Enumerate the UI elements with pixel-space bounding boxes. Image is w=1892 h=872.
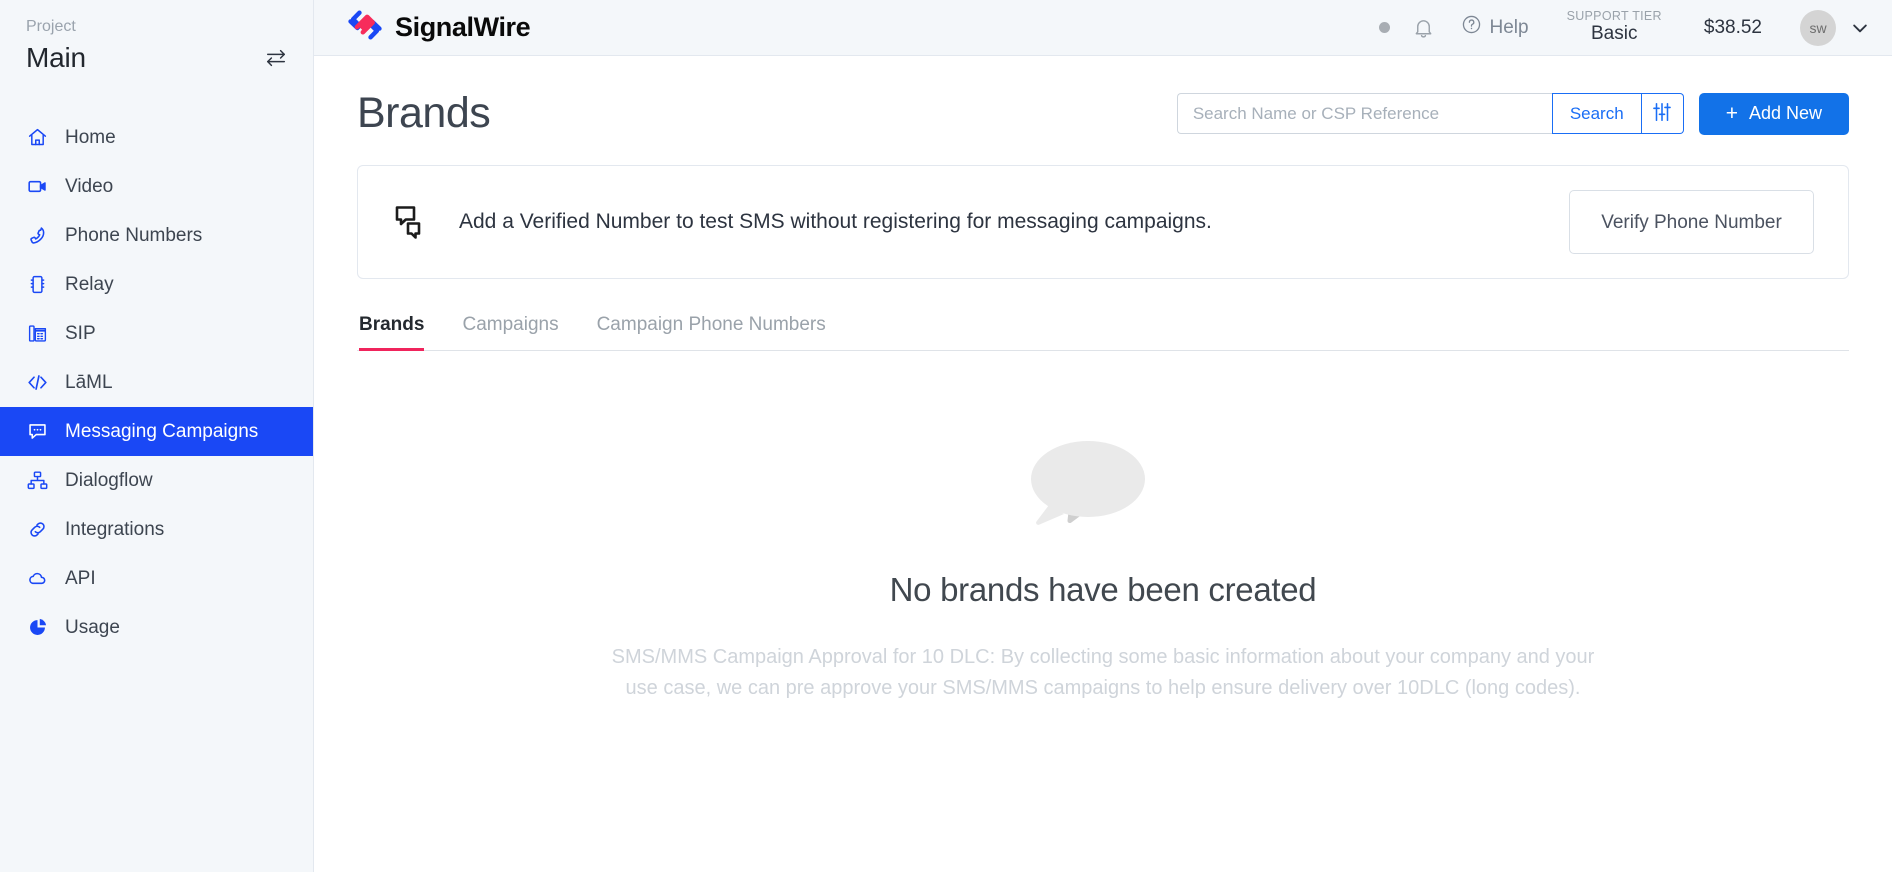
sidebar-item-label: Phone Numbers [65, 224, 203, 246]
sidebar-item-phone-numbers[interactable]: Phone Numbers [0, 211, 313, 260]
sliders-icon [1651, 101, 1673, 126]
verify-phone-number-button[interactable]: Verify Phone Number [1569, 190, 1814, 254]
sidebar-item-integrations[interactable]: Integrations [0, 505, 313, 554]
sidebar-item-label: Video [65, 175, 114, 197]
empty-state-description: SMS/MMS Campaign Approval for 10 DLC: By… [611, 646, 1595, 699]
brand-name: SignalWire [395, 12, 531, 42]
verified-number-banner: Add a Verified Number to test SMS withou… [357, 165, 1849, 279]
sidebar-item-label: SIP [65, 322, 96, 344]
search-input[interactable] [1176, 93, 1552, 134]
add-new-button[interactable]: + Add New [1698, 92, 1849, 135]
sidebar-item-relay[interactable]: Relay [0, 260, 313, 309]
desk-phone-icon [26, 323, 48, 345]
main-area: SignalWire Help SUPPORT TIER Basic $38.5… [314, 0, 1892, 872]
sidebar-item-dialogflow[interactable]: Dialogflow [0, 456, 313, 505]
add-new-label: Add New [1748, 103, 1822, 123]
empty-state: No brands have been created SMS/MMS Camp… [357, 423, 1849, 704]
signalwire-logo-icon [348, 8, 382, 47]
support-tier: SUPPORT TIER Basic [1566, 8, 1662, 46]
bell-icon[interactable] [1412, 16, 1435, 39]
search-button[interactable]: Search [1551, 93, 1642, 134]
video-camera-icon [26, 176, 48, 198]
project-switcher[interactable]: Project Main [0, 0, 313, 77]
swap-arrows-icon[interactable] [265, 47, 287, 69]
banner-text: Add a Verified Number to test SMS withou… [459, 210, 1212, 233]
project-name: Main [26, 42, 86, 73]
project-label: Project [26, 18, 76, 35]
sitemap-icon [26, 470, 48, 492]
status-dot [1378, 22, 1390, 33]
sidebar-item-label: Integrations [65, 518, 165, 540]
phone-icon [26, 225, 48, 247]
topbar-actions: Help SUPPORT TIER Basic $38.52 sw [1378, 8, 1871, 46]
sidebar-item-label: Dialogflow [65, 469, 153, 491]
support-tier-value: Basic [1590, 23, 1638, 45]
search-group: Search [1176, 93, 1684, 134]
top-header: SignalWire Help SUPPORT TIER Basic $38.5… [314, 0, 1892, 56]
avatar[interactable]: sw [1800, 9, 1836, 46]
sidebar: Project Main Home Video Phone Numbers Re… [0, 0, 314, 872]
sidebar-item-label: LāML [65, 371, 113, 393]
tab-bar: Brands Campaigns Campaign Phone Numbers [357, 313, 1849, 351]
page-content: Brands Search + Add New [314, 56, 1892, 872]
tab-campaign-phone-numbers[interactable]: Campaign Phone Numbers [597, 314, 826, 351]
filter-button[interactable] [1641, 93, 1684, 134]
sidebar-item-messaging-campaigns[interactable]: Messaging Campaigns [0, 407, 313, 456]
sidebar-item-sip[interactable]: SIP [0, 309, 313, 358]
speech-bubbles-illustration [1008, 423, 1198, 541]
page-header: Brands Search + Add New [357, 56, 1849, 135]
chevron-down-icon[interactable] [1850, 18, 1870, 38]
question-circle-icon [1461, 14, 1482, 41]
sidebar-item-label: API [65, 567, 96, 589]
app-root: Project Main Home Video Phone Numbers Re… [0, 0, 1892, 872]
chat-bubbles-icon [392, 202, 432, 242]
sidebar-item-api[interactable]: API [0, 554, 313, 603]
account-balance[interactable]: $38.52 [1704, 17, 1762, 39]
pie-chart-icon [26, 617, 48, 639]
sidebar-item-label: Messaging Campaigns [65, 420, 259, 442]
link-icon [26, 519, 48, 541]
chip-icon [26, 274, 48, 296]
sidebar-item-video[interactable]: Video [0, 162, 313, 211]
sidebar-item-label: Usage [65, 616, 120, 638]
brand-logo[interactable]: SignalWire [348, 8, 531, 47]
tab-brands[interactable]: Brands [359, 314, 425, 351]
chat-bubble-icon [26, 421, 48, 443]
empty-state-title: No brands have been created [889, 571, 1317, 608]
support-tier-label: SUPPORT TIER [1566, 8, 1662, 23]
code-brackets-icon [26, 372, 48, 394]
sidebar-item-home[interactable]: Home [0, 113, 313, 162]
sidebar-nav: Home Video Phone Numbers Relay SIP LāML … [0, 113, 313, 652]
sidebar-item-usage[interactable]: Usage [0, 603, 313, 652]
help-label: Help [1489, 16, 1529, 38]
cloud-icon [26, 568, 48, 590]
help-button[interactable]: Help [1461, 14, 1529, 41]
sidebar-item-laml[interactable]: LāML [0, 358, 313, 407]
sidebar-item-label: Relay [65, 273, 114, 295]
page-title: Brands [357, 89, 491, 137]
home-icon [26, 127, 48, 149]
page-header-actions: Search + Add New [1176, 92, 1849, 135]
sidebar-item-label: Home [65, 126, 116, 148]
tab-campaigns[interactable]: Campaigns [462, 314, 558, 351]
plus-icon: + [1725, 102, 1738, 125]
